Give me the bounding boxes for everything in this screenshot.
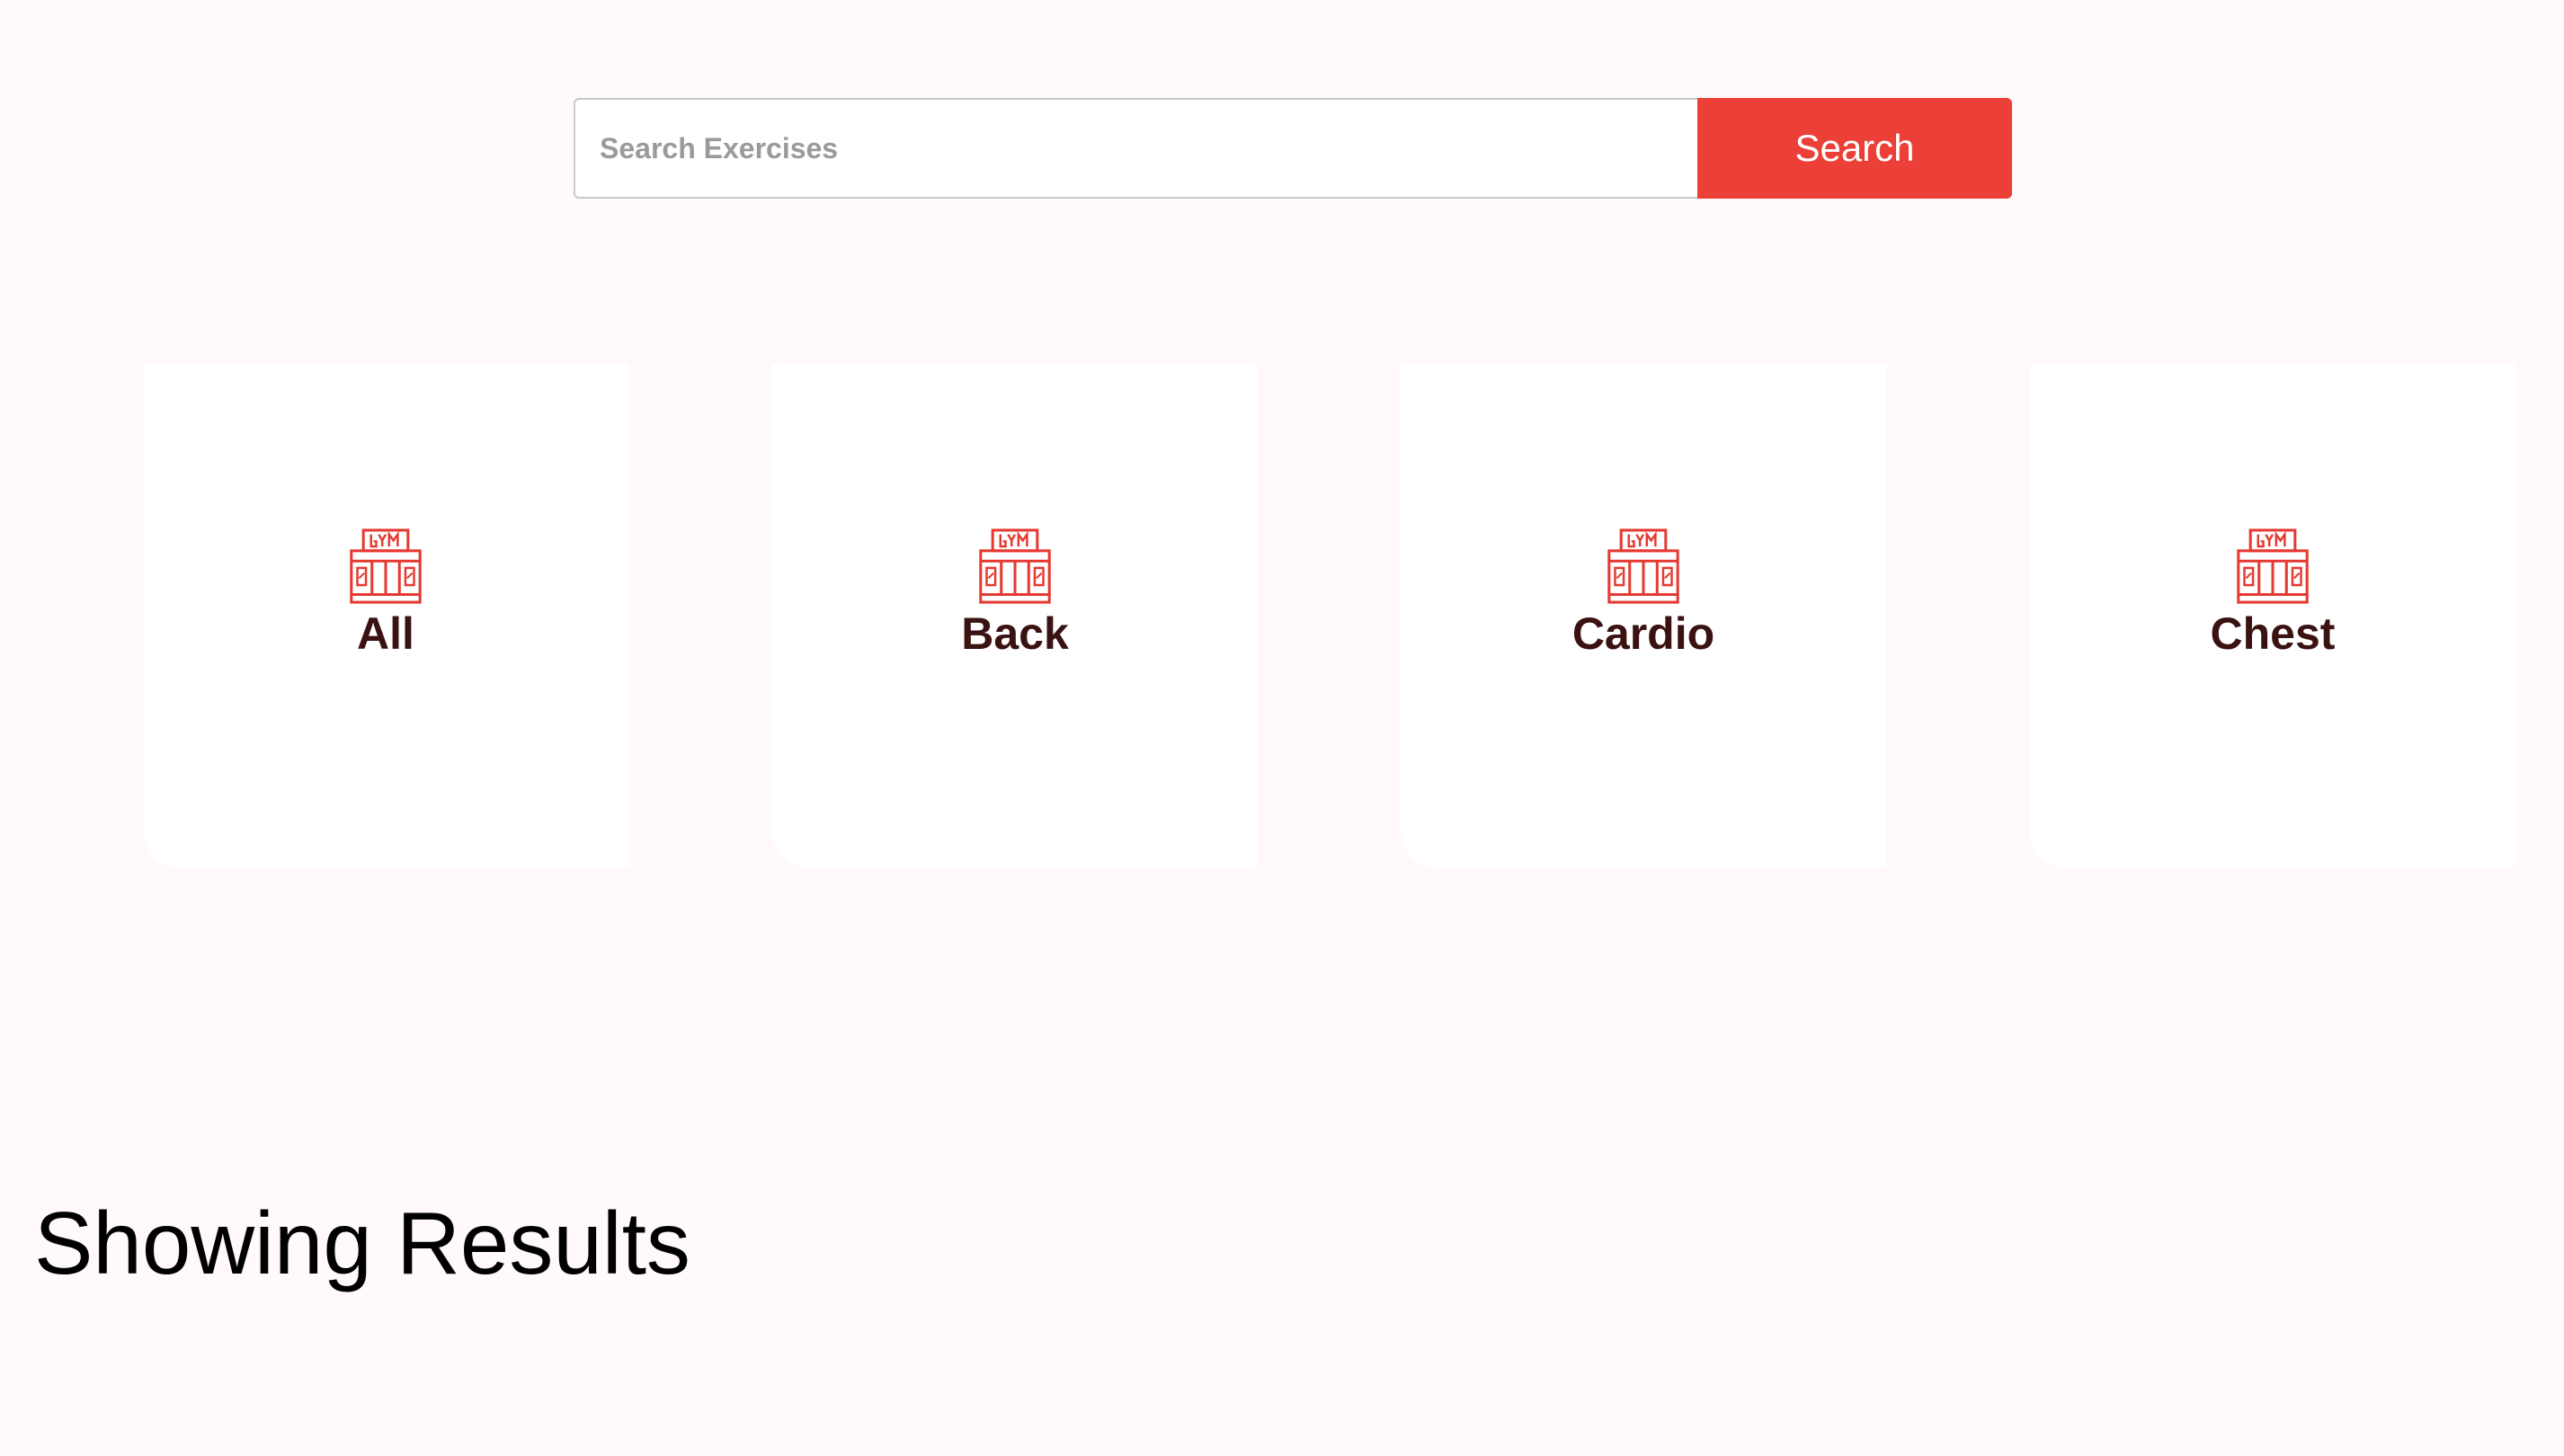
results-heading: Showing Results: [34, 1194, 690, 1292]
search-bar: Search: [574, 98, 2012, 199]
search-button[interactable]: Search: [1697, 98, 2012, 199]
category-card-all[interactable]: All: [143, 364, 628, 867]
category-card-back[interactable]: Back: [772, 364, 1258, 867]
gym-icon: [350, 528, 422, 604]
gym-icon: [979, 528, 1051, 604]
gym-icon: [1607, 528, 1679, 604]
search-input[interactable]: [574, 98, 1697, 199]
gym-icon: [2237, 528, 2309, 604]
category-label-cardio: Cardio: [1571, 608, 1715, 659]
category-label-back: Back: [961, 608, 1069, 659]
category-label-all: All: [357, 608, 414, 659]
category-label-chest: Chest: [2210, 608, 2336, 659]
category-list: All Back Cardio Chest: [0, 364, 2564, 867]
category-card-chest[interactable]: Chest: [2030, 364, 2515, 867]
category-card-cardio[interactable]: Cardio: [1401, 364, 1886, 867]
